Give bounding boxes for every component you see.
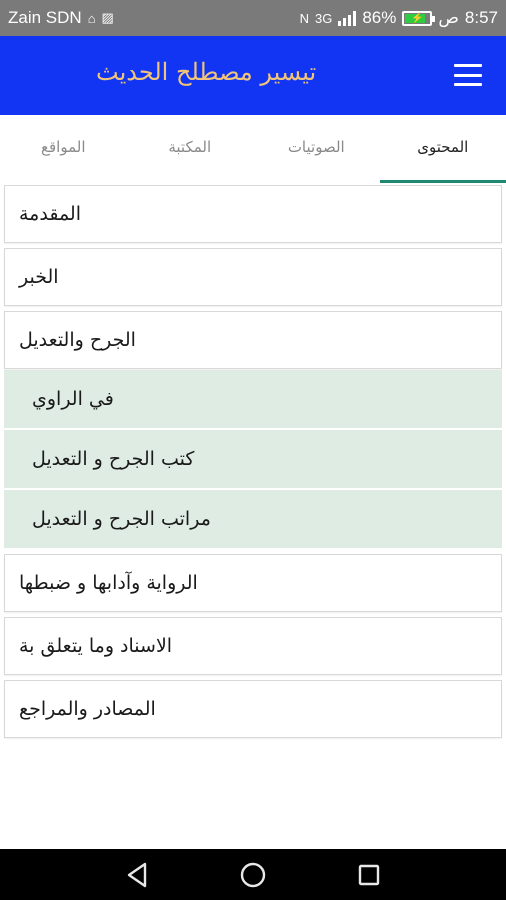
network-type: 3G <box>314 10 333 26</box>
sub-item-ranks[interactable]: مراتب الجرح و التعديل <box>4 490 502 550</box>
nfc-icon: N <box>299 10 309 26</box>
sub-item-label: في الراوي <box>32 388 114 410</box>
system-nav-bar <box>0 849 506 900</box>
tab-audio[interactable]: الصوتيات <box>253 115 380 183</box>
list-item-narration[interactable]: الرواية وآدابها و ضبطها <box>4 554 502 612</box>
tab-label: الصوتيات <box>287 138 345 156</box>
battery-icon: ⚡ <box>402 10 436 26</box>
tab-library[interactable]: المكتبة <box>127 115 254 183</box>
tab-websites[interactable]: المواقع <box>0 115 127 183</box>
hamburger-menu-icon[interactable] <box>454 64 482 86</box>
app-title: تيسير مصطلح الحديث <box>96 58 317 86</box>
tab-label: المكتبة <box>168 138 212 156</box>
content-list: المقدمة الخبر الجرح والتعديل في الراوي ك… <box>4 185 502 743</box>
recents-square-icon[interactable] <box>356 862 382 888</box>
list-item-news[interactable]: الخبر <box>4 248 502 306</box>
sub-item-books[interactable]: كتب الجرح و التعديل <box>4 430 502 490</box>
expanded-sub-list: في الراوي كتب الجرح و التعديل مراتب الجر… <box>4 370 502 550</box>
signal-icon <box>338 10 357 26</box>
list-item-label: المقدمة <box>19 203 82 225</box>
list-item-label: الرواية وآدابها و ضبطها <box>19 572 198 594</box>
status-right: N 3G 86% ⚡ ص 8:57 <box>300 8 498 28</box>
tab-label: المواقع <box>41 138 86 156</box>
clock: 8:57 <box>464 8 498 27</box>
list-item-isnad[interactable]: الاسناد وما يتعلق بة <box>4 617 502 675</box>
list-item-label: المصادر والمراجع <box>19 698 156 720</box>
am-pm: ص <box>438 8 459 27</box>
battery-percent: 86% <box>362 8 397 27</box>
status-left: Zain SDN ⌂ ▨ <box>8 8 114 28</box>
list-item-introduction[interactable]: المقدمة <box>4 185 502 243</box>
sub-item-label: مراتب الجرح و التعديل <box>32 508 211 530</box>
list-item-jarh-tadil[interactable]: الجرح والتعديل <box>4 311 502 369</box>
list-item-label: الخبر <box>19 266 59 288</box>
tab-label: المحتوى <box>417 138 469 156</box>
list-item-sources[interactable]: المصادر والمراجع <box>4 680 502 738</box>
tab-bar: المحتوى الصوتيات المكتبة المواقع <box>0 115 506 183</box>
carrier-name: Zain SDN <box>8 8 82 27</box>
app-bar: تيسير مصطلح الحديث <box>0 36 506 115</box>
sub-item-narrator[interactable]: في الراوي <box>4 370 502 430</box>
image-notification-icon: ▨ <box>101 10 114 25</box>
tab-content[interactable]: المحتوى <box>379 115 506 183</box>
list-item-label: الجرح والتعديل <box>19 329 136 351</box>
sub-item-label: كتب الجرح و التعديل <box>32 448 195 470</box>
home-circle-icon[interactable] <box>240 862 266 888</box>
sim-icon: ⌂ <box>87 10 96 26</box>
list-item-label: الاسناد وما يتعلق بة <box>19 635 173 657</box>
back-triangle-icon[interactable] <box>124 862 150 888</box>
status-bar: Zain SDN ⌂ ▨ N 3G 86% ⚡ ص 8:57 <box>0 0 506 36</box>
